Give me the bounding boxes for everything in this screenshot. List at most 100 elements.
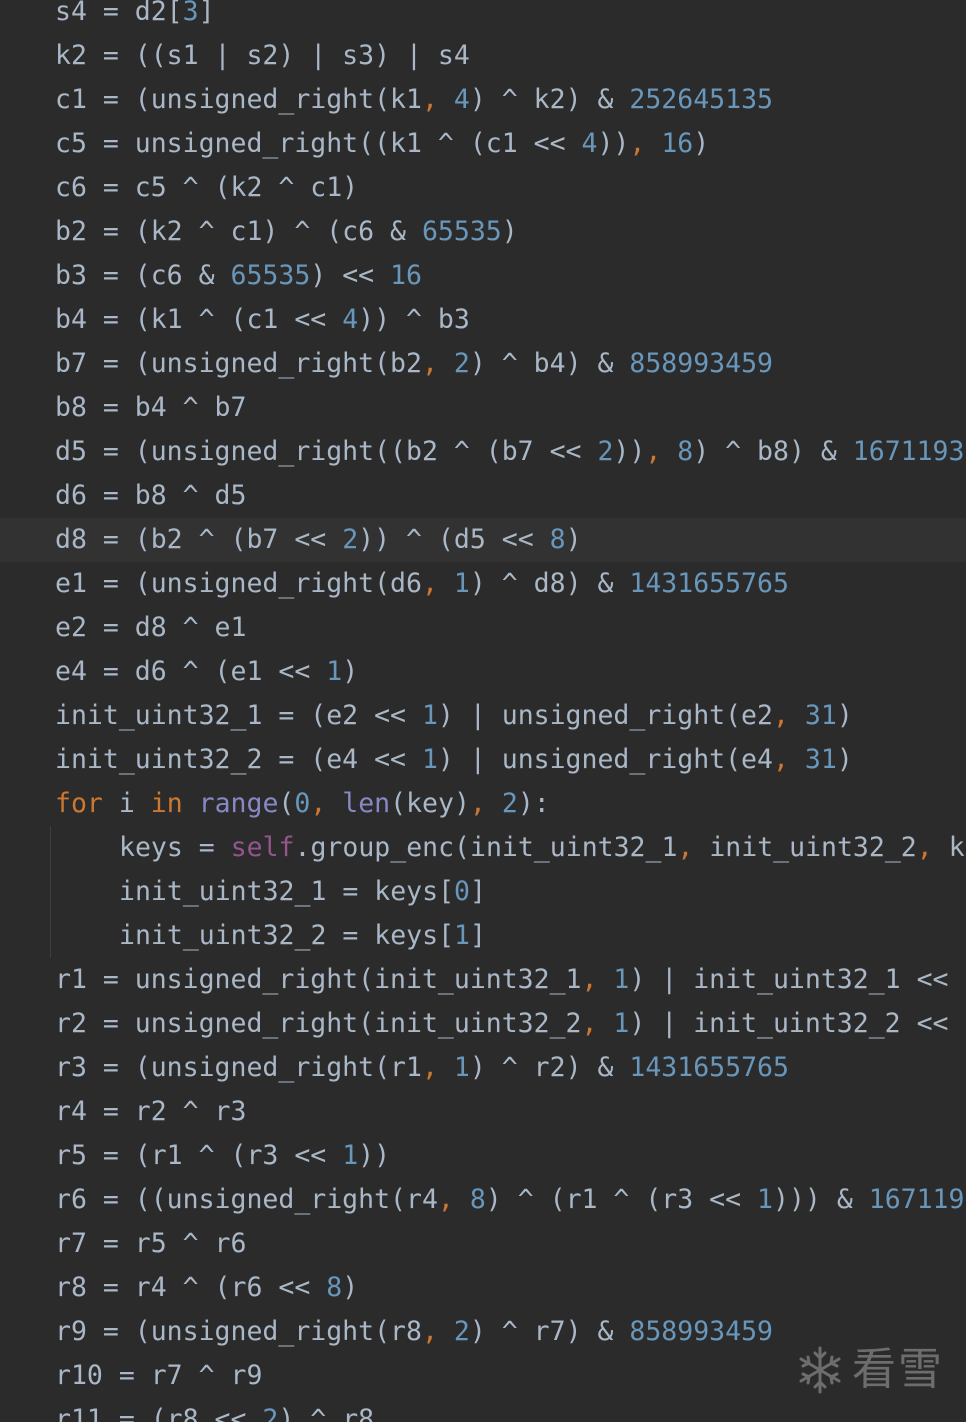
code-line[interactable]: r1 = unsigned_right(init_uint32_1, 1) | … bbox=[0, 958, 966, 1002]
code-line[interactable]: b2 = (k2 ^ c1) ^ (c6 & 65535) bbox=[0, 210, 966, 254]
code-token: (key) bbox=[390, 788, 470, 819]
code-line[interactable]: keys = self.group_enc(init_uint32_1, ini… bbox=[0, 826, 966, 870]
code-line[interactable]: d6 = b8 ^ d5 bbox=[0, 474, 966, 518]
code-token: 167119 bbox=[868, 1184, 965, 1215]
code-token: r5 = (r1 ^ (r3 << bbox=[55, 1140, 343, 1171]
code-line[interactable]: init_uint32_2 = keys[1] bbox=[0, 914, 966, 958]
code-line-text: d5 = (unsigned_right((b2 ^ (b7 << 2)), 8… bbox=[55, 430, 964, 474]
code-token: 252645135 bbox=[629, 84, 773, 115]
code-token: d5 = (unsigned_right((b2 ^ (b7 << bbox=[55, 436, 598, 467]
code-token: ) bbox=[836, 700, 853, 731]
code-token: ) bbox=[693, 128, 710, 159]
code-token: 31 bbox=[804, 744, 837, 775]
code-token: 0 bbox=[454, 876, 471, 907]
code-line[interactable]: r5 = (r1 ^ (r3 << 1)) bbox=[0, 1134, 966, 1178]
code-token: 8 bbox=[326, 1272, 343, 1303]
code-token: ) << bbox=[310, 260, 391, 291]
code-line[interactable]: c1 = (unsigned_right(k1, 4) ^ k2) & 2526… bbox=[0, 78, 966, 122]
code-token: e4 = d6 ^ (e1 << bbox=[55, 656, 327, 687]
code-line-text: c6 = c5 ^ (k2 ^ c1) bbox=[55, 166, 358, 210]
code-line-text: r3 = (unsigned_right(r1, 1) ^ r2) & 1431… bbox=[55, 1046, 789, 1090]
code-line[interactable]: e1 = (unsigned_right(d6, 1) ^ d8) & 1431… bbox=[0, 562, 966, 606]
code-token: , bbox=[629, 128, 662, 159]
code-line[interactable]: k2 = ((s1 | s2) | s3) | s4 bbox=[0, 34, 966, 78]
code-token: ) ^ b4) & bbox=[469, 348, 630, 379]
code-token: 0 bbox=[294, 788, 311, 819]
code-line[interactable]: r4 = r2 ^ r3 bbox=[0, 1090, 966, 1134]
code-line-text: r7 = r5 ^ r6 bbox=[55, 1222, 246, 1266]
code-line[interactable]: r7 = r5 ^ r6 bbox=[0, 1222, 966, 1266]
code-token: i bbox=[118, 788, 151, 819]
code-token: 1 bbox=[421, 744, 438, 775]
code-line[interactable]: init_uint32_1 = (e2 << 1) | unsigned_rig… bbox=[0, 694, 966, 738]
code-token: 1 bbox=[757, 1184, 773, 1215]
code-line[interactable]: c6 = c5 ^ (k2 ^ c1) bbox=[0, 166, 966, 210]
code-token: .group_enc(init_uint32_1 bbox=[294, 832, 678, 863]
code-line[interactable]: b3 = (c6 & 65535) << 16 bbox=[0, 254, 966, 298]
code-line-text: c1 = (unsigned_right(k1, 4) ^ k2) & 2526… bbox=[55, 78, 773, 122]
code-line-text: b4 = (k1 ^ (c1 << 4)) ^ b3 bbox=[55, 298, 470, 342]
code-line[interactable]: c5 = unsigned_right((k1 ^ (c1 << 4)), 16… bbox=[0, 122, 966, 166]
code-line[interactable]: d8 = (b2 ^ (b7 << 2)) ^ (d5 << 8) bbox=[0, 518, 966, 562]
code-token: c6 = c5 ^ (k2 ^ c1) bbox=[55, 172, 359, 203]
code-token: self bbox=[230, 832, 295, 863]
code-token: 2 bbox=[597, 436, 614, 467]
code-line[interactable]: for i in range(0, len(key), 2): bbox=[0, 782, 966, 826]
code-token: r8 = r4 ^ (r6 << bbox=[55, 1272, 327, 1303]
code-token: , bbox=[772, 744, 805, 775]
code-line[interactable]: r3 = (unsigned_right(r1, 1) ^ r2) & 1431… bbox=[0, 1046, 966, 1090]
code-token: b8 = b4 ^ b7 bbox=[55, 392, 247, 423]
code-token: , bbox=[310, 788, 343, 819]
code-line[interactable]: init_uint32_2 = (e4 << 1) | unsigned_rig… bbox=[0, 738, 966, 782]
code-token: d6 = b8 ^ d5 bbox=[55, 480, 247, 511]
code-line[interactable]: e4 = d6 ^ (e1 << 1) bbox=[0, 650, 966, 694]
code-line[interactable]: init_uint32_1 = keys[0] bbox=[0, 870, 966, 914]
code-token: s4 = d2[ bbox=[55, 0, 183, 27]
code-editor[interactable]: s4 = d2[3] k2 = ((s1 | s2) | s3) | s4 c1 =… bbox=[0, 0, 966, 1422]
code-line[interactable]: e2 = d8 ^ e1 bbox=[0, 606, 966, 650]
code-token: 1 bbox=[326, 656, 343, 687]
code-token: init_uint32_2 bbox=[709, 832, 917, 863]
code-token: , bbox=[437, 1184, 470, 1215]
code-token: , bbox=[421, 1316, 454, 1347]
code-token: 858993459 bbox=[629, 1316, 773, 1347]
code-line-text: d8 = (b2 ^ (b7 << 2)) ^ (d5 << 8) bbox=[55, 518, 582, 562]
code-line[interactable]: r2 = unsigned_right(init_uint32_2, 1) | … bbox=[0, 1002, 966, 1046]
code-line-text: r5 = (r1 ^ (r3 << 1)) bbox=[55, 1134, 390, 1178]
code-token: 1 bbox=[613, 1008, 630, 1039]
code-line-text: r11 = (r8 << 2) ^ r8 bbox=[55, 1398, 374, 1422]
code-line[interactable]: b4 = (k1 ^ (c1 << 4)) ^ b3 bbox=[0, 298, 966, 342]
snowflake-icon bbox=[794, 1344, 846, 1396]
code-token: )) ^ b3 bbox=[358, 304, 470, 335]
code-line[interactable]: b8 = b4 ^ b7 bbox=[0, 386, 966, 430]
code-line[interactable]: r6 = ((unsigned_right(r4, 8) ^ (r1 ^ (r3… bbox=[0, 1178, 966, 1222]
code-token: )) ^ (d5 << bbox=[358, 524, 550, 555]
code-token: 2 bbox=[501, 788, 518, 819]
code-token: b2 = (k2 ^ c1) ^ (c6 & bbox=[55, 216, 422, 247]
code-line-text: b2 = (k2 ^ c1) ^ (c6 & 65535) bbox=[55, 210, 518, 254]
code-line[interactable]: b7 = (unsigned_right(b2, 2) ^ b4) & 8589… bbox=[0, 342, 966, 386]
watermark: 看雪 bbox=[794, 1340, 944, 1400]
code-token: 1 bbox=[454, 920, 471, 951]
code-token: )) bbox=[358, 1140, 391, 1171]
code-token: r3 = (unsigned_right(r1 bbox=[55, 1052, 422, 1083]
code-token: 4 bbox=[453, 84, 470, 115]
code-token: 8 bbox=[549, 524, 566, 555]
code-token: e1 = (unsigned_right(d6 bbox=[55, 568, 422, 599]
code-token: 1431655765 bbox=[629, 568, 789, 599]
code-line[interactable]: s4 = d2[3] bbox=[0, 0, 966, 34]
code-token: r6 = ((unsigned_right(r4 bbox=[55, 1184, 438, 1215]
code-token: 1 bbox=[613, 964, 630, 995]
code-token: )) bbox=[613, 436, 646, 467]
code-line[interactable]: r8 = r4 ^ (r6 << 8) bbox=[0, 1266, 966, 1310]
code-line-text: b3 = (c6 & 65535) << 16 bbox=[55, 254, 422, 298]
code-token: 2 bbox=[453, 1316, 470, 1347]
code-token: e2 = d8 ^ e1 bbox=[55, 612, 247, 643]
code-line[interactable]: r11 = (r8 << 2) ^ r8 bbox=[0, 1398, 966, 1422]
code-token: , bbox=[421, 84, 454, 115]
code-token: 1671193 bbox=[852, 436, 965, 467]
code-token: r4 = r2 ^ r3 bbox=[55, 1096, 247, 1127]
code-line[interactable]: d5 = (unsigned_right((b2 ^ (b7 << 2)), 8… bbox=[0, 430, 966, 474]
code-token: 2 bbox=[342, 524, 359, 555]
code-token: , bbox=[677, 832, 710, 863]
